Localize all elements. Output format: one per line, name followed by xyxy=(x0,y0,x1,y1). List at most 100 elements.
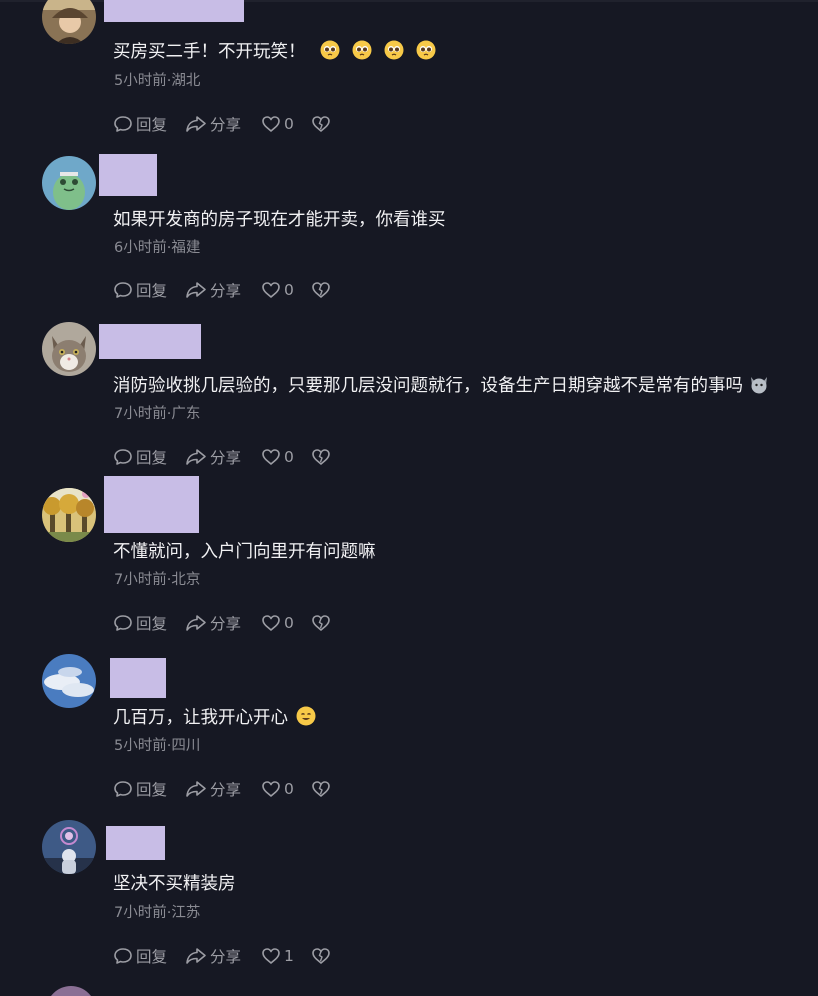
comment-text-content: 坚决不买精装房 xyxy=(113,874,236,894)
broken-heart-icon xyxy=(312,781,330,797)
pleading-face-icon xyxy=(320,40,340,60)
username-redacted[interactable] xyxy=(99,324,201,359)
like-button[interactable]: 0 xyxy=(261,281,311,299)
reply-icon xyxy=(114,449,132,465)
reply-label: 回复 xyxy=(136,282,168,300)
comment-actions: 回复 分享 1 xyxy=(113,944,331,968)
comment-actions: 回复 分享 0 xyxy=(113,278,331,302)
dislike-button[interactable] xyxy=(311,947,331,965)
like-count: 0 xyxy=(284,614,294,632)
pleading-face-icon xyxy=(352,40,372,60)
broken-heart-icon xyxy=(312,449,330,465)
share-button[interactable]: 分享 xyxy=(185,612,261,634)
dislike-button[interactable] xyxy=(311,780,331,798)
share-button[interactable]: 分享 xyxy=(185,446,261,468)
dislike-button[interactable] xyxy=(311,115,331,133)
like-button[interactable]: 0 xyxy=(261,780,311,798)
cat-avatar[interactable] xyxy=(42,322,96,376)
share-icon xyxy=(186,781,206,797)
broken-heart-icon xyxy=(312,615,330,631)
reply-button[interactable]: 回复 xyxy=(113,945,185,967)
reply-icon xyxy=(114,781,132,797)
share-label: 分享 xyxy=(210,116,242,134)
comment-item: 买房买二手！不开玩笑！ 5小时前·湖北 回复 分享 0 xyxy=(0,0,818,154)
like-button[interactable]: 0 xyxy=(261,448,311,466)
comment-text: 如果开发商的房子现在才能开卖，你看谁买 xyxy=(113,208,446,232)
reply-label: 回复 xyxy=(136,449,168,467)
share-button[interactable]: 分享 xyxy=(185,113,261,135)
share-button[interactable]: 分享 xyxy=(185,279,261,301)
share-button[interactable]: 分享 xyxy=(185,778,261,800)
share-label: 分享 xyxy=(210,282,242,300)
comment-meta: 6小时前·福建 xyxy=(114,240,201,256)
like-button[interactable]: 0 xyxy=(261,115,311,133)
pleading-face-icon xyxy=(416,40,436,60)
like-count: 0 xyxy=(284,780,294,798)
share-icon xyxy=(186,615,206,631)
heart-icon xyxy=(262,282,280,298)
reply-button[interactable]: 回复 xyxy=(113,279,185,301)
username-redacted[interactable] xyxy=(110,658,166,698)
like-count: 0 xyxy=(284,281,294,299)
share-button[interactable]: 分享 xyxy=(185,945,261,967)
reply-button[interactable]: 回复 xyxy=(113,612,185,634)
dislike-button[interactable] xyxy=(311,448,331,466)
share-icon xyxy=(186,948,206,964)
username-redacted[interactable] xyxy=(104,476,199,533)
reply-button[interactable]: 回复 xyxy=(113,113,185,135)
reply-icon xyxy=(114,116,132,132)
comment-text: 不懂就问，入户门向里开有问题嘛 xyxy=(113,540,376,564)
comment-actions: 回复 分享 0 xyxy=(113,112,331,136)
reply-label: 回复 xyxy=(136,615,168,633)
comment-text-content: 消防验收挑几层验的，只要那几层没问题就行，设备生产日期穿越不是常有的事吗 xyxy=(113,376,743,396)
like-button[interactable]: 1 xyxy=(261,947,311,965)
comment-meta: 5小时前·湖北 xyxy=(114,73,201,89)
reply-label: 回复 xyxy=(136,781,168,799)
comment-text-content: 买房买二手！不开玩笑！ xyxy=(113,42,306,62)
comment-text-content: 几百万，让我开心开心 xyxy=(113,708,288,728)
comment-meta: 7小时前·广东 xyxy=(114,406,201,422)
reply-button[interactable]: 回复 xyxy=(113,778,185,800)
reply-label: 回复 xyxy=(136,116,168,134)
next-comment-avatar[interactable] xyxy=(46,986,96,996)
like-count: 0 xyxy=(284,115,294,133)
reply-icon xyxy=(114,282,132,298)
comment-item: 如果开发商的房子现在才能开卖，你看谁买 6小时前·福建 回复 分享 0 xyxy=(0,154,818,320)
username-redacted[interactable] xyxy=(99,154,157,196)
autumn-trees-avatar[interactable] xyxy=(42,488,96,542)
reply-button[interactable]: 回复 xyxy=(113,446,185,468)
heart-icon xyxy=(262,116,280,132)
comment-item: 消防验收挑几层验的，只要那几层没问题就行，设备生产日期穿越不是常有的事吗 7小时… xyxy=(0,320,818,486)
share-label: 分享 xyxy=(210,449,242,467)
heart-icon xyxy=(262,449,280,465)
share-icon xyxy=(186,282,206,298)
heart-icon xyxy=(262,781,280,797)
sky-clouds-avatar[interactable] xyxy=(42,654,96,708)
green-frog-avatar[interactable] xyxy=(42,156,96,210)
dislike-button[interactable] xyxy=(311,281,331,299)
comment-list-page: 买房买二手！不开玩笑！ 5小时前·湖北 回复 分享 0 如果开发商的房子现在才能… xyxy=(0,0,818,996)
astronaut-avatar[interactable] xyxy=(42,820,96,874)
share-label: 分享 xyxy=(210,615,242,633)
comment-item: 坚决不买精装房 7小时前·江苏 回复 分享 1 xyxy=(0,818,818,984)
comment-text-content: 如果开发商的房子现在才能开卖，你看谁买 xyxy=(113,210,446,230)
comment-item: 几百万，让我开心开心 5小时前·四川 回复 分享 0 xyxy=(0,652,818,818)
grinning-face-icon xyxy=(296,706,316,726)
like-button[interactable]: 0 xyxy=(261,614,311,632)
share-icon xyxy=(186,449,206,465)
username-redacted[interactable] xyxy=(104,0,244,22)
username-redacted[interactable] xyxy=(106,826,165,860)
cat-face-icon xyxy=(749,374,769,394)
dislike-button[interactable] xyxy=(311,614,331,632)
comment-meta: 5小时前·四川 xyxy=(114,738,201,754)
broken-heart-icon xyxy=(312,948,330,964)
like-count: 1 xyxy=(284,947,294,965)
share-label: 分享 xyxy=(210,948,242,966)
comment-text: 消防验收挑几层验的，只要那几层没问题就行，设备生产日期穿越不是常有的事吗 xyxy=(113,374,769,398)
heart-icon xyxy=(262,948,280,964)
like-count: 0 xyxy=(284,448,294,466)
comment-actions: 回复 分享 0 xyxy=(113,445,331,469)
woman-hat-avatar[interactable] xyxy=(42,0,96,44)
share-icon xyxy=(186,116,206,132)
broken-heart-icon xyxy=(312,116,330,132)
